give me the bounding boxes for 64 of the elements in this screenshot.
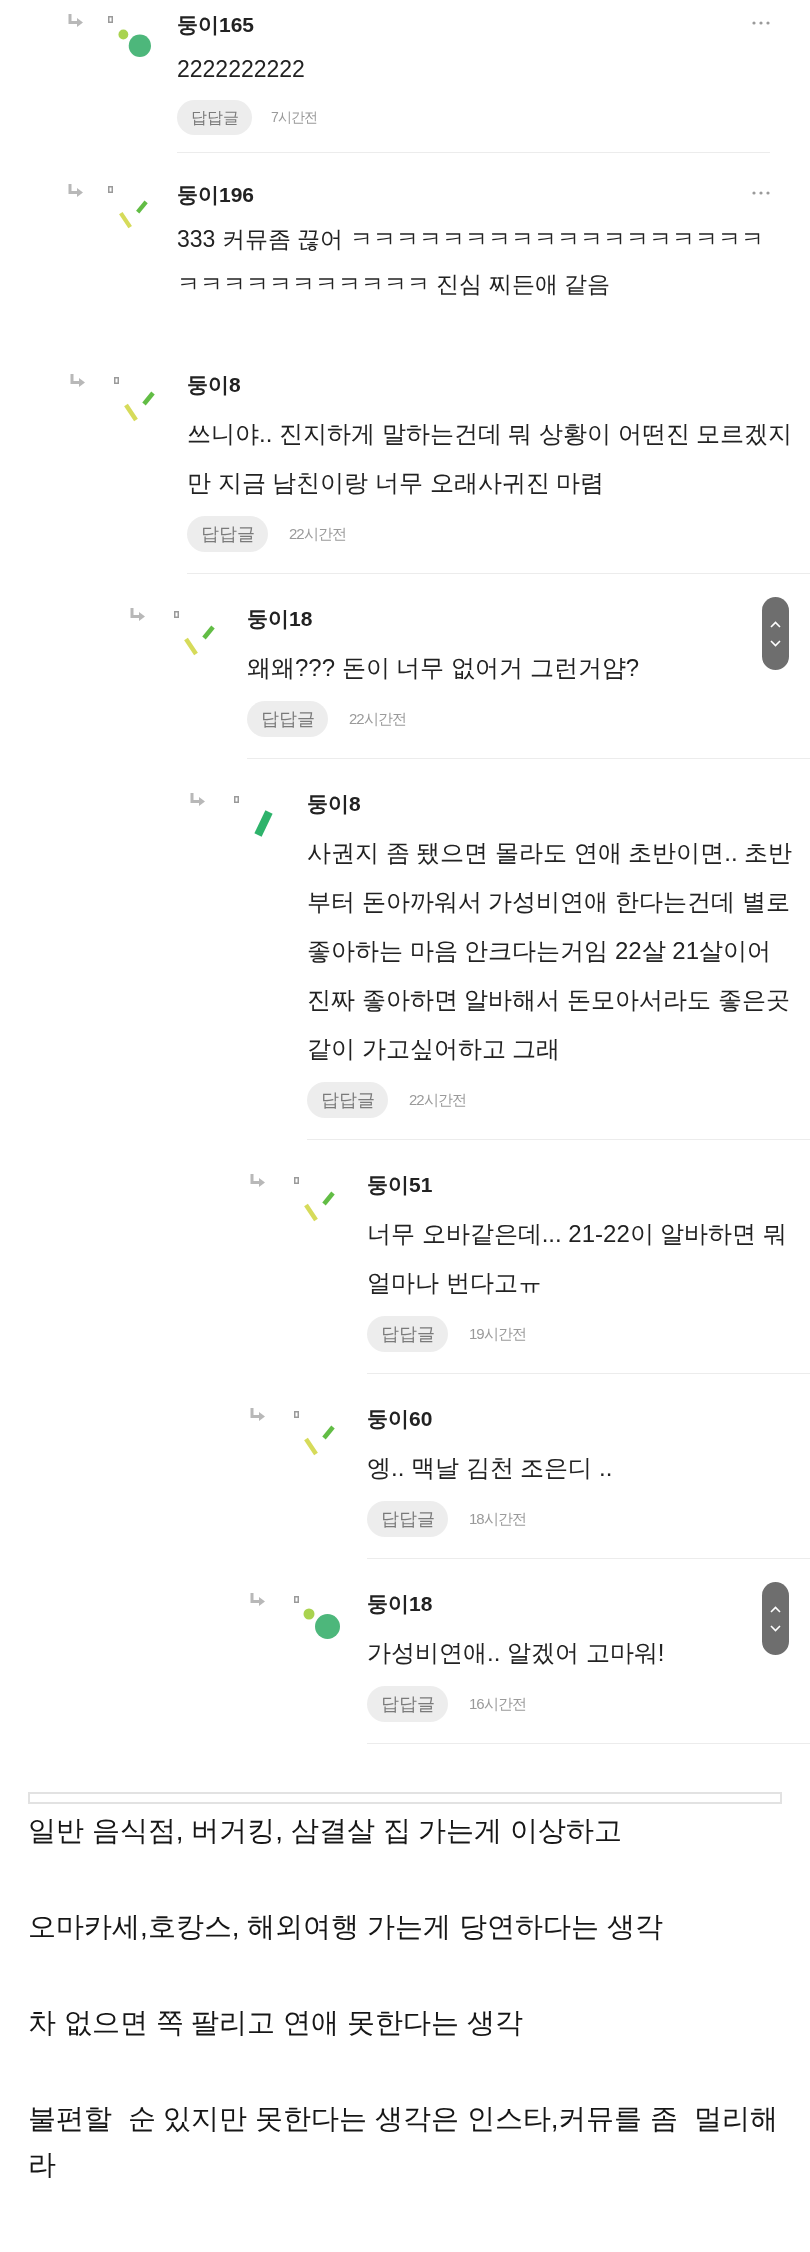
- avatar-slashes-icon: [303, 1425, 335, 1456]
- reply-arrow-icon: [67, 184, 83, 197]
- reply-button[interactable]: 답답글: [367, 1316, 448, 1352]
- chevron-up-icon[interactable]: [770, 620, 781, 628]
- author-name: 둥이165: [177, 12, 255, 38]
- author-name: 둥이8: [187, 372, 241, 398]
- reply-button[interactable]: 답답글: [367, 1686, 448, 1722]
- author-name: 둥이196: [177, 182, 255, 208]
- comment-text: 엥.. 맥날 김천 조은디 ..: [367, 1453, 613, 1483]
- post-text: 차 없으면 쪽 팔리고 연애 못한다는 생각: [28, 2006, 524, 2040]
- rectangle-icon: [294, 1596, 299, 1603]
- rectangle-icon: [294, 1411, 299, 1418]
- avatar-dots-icon: [118, 29, 151, 57]
- avatar-slashes-icon: [183, 625, 215, 656]
- reply-button[interactable]: 답답글: [187, 516, 268, 552]
- reply-button[interactable]: 답답글: [247, 701, 328, 737]
- timestamp: 22시간전: [289, 523, 346, 544]
- reply-arrow-icon: [189, 793, 205, 806]
- timestamp: 7시간전: [271, 108, 317, 127]
- rectangle-icon: [108, 186, 113, 193]
- comment-text: 너무 오바같은데... 21-22이 알바하면 뭐 얼마나 번다고ㅠ: [367, 1219, 788, 1298]
- timestamp: 22시간전: [409, 1089, 466, 1110]
- post-text: 오마카세,호캉스, 해외여행 가는게 당연하다는 생각: [28, 1910, 664, 1944]
- comment-text: 사권지 좀 됐으면 몰라도 연애 초반이면.. 초반 부터 돈아까워서 가성비연애 한다는건데 별로 좋아하는 마음 안크다는거임 22살 21살이어 진짜 좋아하면 알바해서 돈모아서라도 좋은곳 같이 가고싶어하고 그래: [307, 838, 793, 1064]
- avatar-slashes-icon: [303, 1191, 335, 1222]
- rectangle-icon: [174, 611, 179, 618]
- avatar-dots-icon: [303, 1608, 340, 1639]
- reply-button[interactable]: 답답글: [367, 1501, 448, 1537]
- timestamp: 19시간전: [469, 1323, 526, 1344]
- rectangle-icon: [294, 1177, 299, 1184]
- rectangle-icon: [234, 796, 239, 803]
- reply-arrow-icon: [249, 1593, 265, 1606]
- rectangle-icon: [114, 377, 119, 384]
- author-name: 둥이18: [247, 606, 313, 632]
- reply-arrow-icon: [129, 608, 145, 621]
- chevron-down-icon[interactable]: [770, 639, 781, 647]
- timestamp: 22시간전: [349, 708, 406, 729]
- reply-arrow-icon: [67, 14, 83, 27]
- comment-text: 2222222222: [177, 55, 305, 84]
- author-name: 둥이18: [367, 1591, 433, 1617]
- comment-text: 왜왜??? 돈이 너무 없어거 그런거얌?: [247, 653, 640, 683]
- chevron-up-icon[interactable]: [770, 1605, 781, 1613]
- avatar-slashes-icon: [118, 200, 148, 229]
- comment-text: 쓰니야.. 진지하게 말하는건데 뭐 상황이 어떤진 모르겠지 만 지금 남친이랑 너무 오래사귀진 마렴: [187, 419, 793, 498]
- comment-text: 333 커뮤좀 끊어 ㅋㅋㅋㅋㅋㅋㅋㅋㅋㅋㅋㅋㅋㅋㅋㅋㅋㅋ ㅋㅋㅋㅋㅋㅋㅋㅋㅋㅋㅋ 진심 찌든애 같음: [177, 225, 764, 299]
- reply-arrow-icon: [249, 1408, 265, 1421]
- timestamp: 16시간전: [469, 1693, 526, 1714]
- post-text: 불편할 순 있지만 못한다는 생각은 인스타,커뮤를 좀 멀리해라: [28, 2102, 779, 2182]
- avatar-bar-icon: [253, 810, 274, 837]
- comment-text: 가성비연애.. 알겠어 고마워!: [367, 1638, 665, 1668]
- rectangle-icon: [108, 16, 113, 23]
- reply-button[interactable]: 답답글: [307, 1082, 388, 1118]
- reply-button[interactable]: 답답글: [177, 100, 252, 135]
- author-name: 둥이51: [367, 1172, 433, 1198]
- timestamp: 18시간전: [469, 1508, 526, 1529]
- chevron-down-icon[interactable]: [770, 1624, 781, 1632]
- post-text: 일반 음식점, 버거킹, 삼결살 집 가는게 이상하고: [28, 1814, 624, 1848]
- avatar-slashes-icon: [123, 391, 155, 422]
- author-name: 둥이8: [307, 791, 361, 817]
- reply-arrow-icon: [69, 374, 85, 387]
- author-name: 둥이60: [367, 1406, 433, 1432]
- more-icon[interactable]: [752, 191, 770, 195]
- reply-arrow-icon: [249, 1174, 265, 1187]
- more-icon[interactable]: [752, 21, 770, 25]
